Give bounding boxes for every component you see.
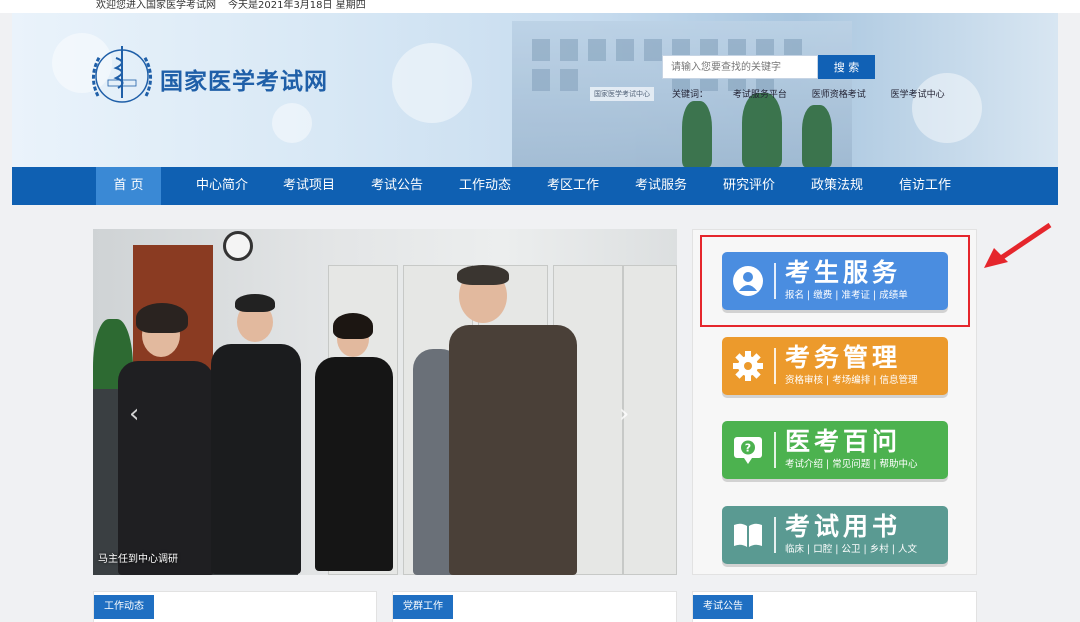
section-work-news: 工作动态 <box>93 591 377 622</box>
banner-bokeh <box>392 43 472 123</box>
hot-keywords: 关键词： 考试服务平台 医师资格考试 医学考试中心 <box>672 87 967 100</box>
service-title: 考试用书 <box>785 512 902 541</box>
banner-tree <box>682 101 712 167</box>
site-logo-icon[interactable] <box>84 36 160 112</box>
nav-item-home[interactable]: 首 页 <box>96 167 161 205</box>
nav-item-about[interactable]: 中心简介 <box>183 167 261 205</box>
nav-item-exams[interactable]: 考试项目 <box>270 167 348 205</box>
search-button[interactable]: 搜 索 <box>818 55 875 79</box>
top-bar: 欢迎您进入国家医学考试网 今天是2021年3月18日 星期四 <box>0 0 1080 13</box>
date-text: 今天是2021年3月18日 星期四 <box>228 0 366 11</box>
hot-keyword-link[interactable]: 医师资格考试 <box>812 90 866 100</box>
highlight-box <box>700 235 970 327</box>
service-divider <box>774 348 776 384</box>
nav-item-notices[interactable]: 考试公告 <box>358 167 436 205</box>
service-subtitle: 考试介绍 | 常见问题 | 帮助中心 <box>785 459 918 470</box>
gear-icon <box>733 351 763 381</box>
nav-item-policy[interactable]: 政策法规 <box>798 167 876 205</box>
service-divider <box>774 517 776 553</box>
site-title[interactable]: 国家医学考试网 <box>160 62 328 96</box>
hot-keyword-link[interactable]: 考试服务平台 <box>733 90 787 100</box>
wall-clock <box>223 231 253 261</box>
book-icon <box>734 523 762 547</box>
search-input[interactable] <box>662 55 818 79</box>
banner-tree <box>802 105 832 167</box>
banner-bokeh <box>912 73 982 143</box>
welcome-text: 欢迎您进入国家医学考试网 <box>96 0 216 11</box>
banner-tree <box>742 93 782 167</box>
nav-item-petition[interactable]: 信访工作 <box>886 167 964 205</box>
section-exam-notices: 考试公告 <box>692 591 977 622</box>
exam-books-button[interactable]: 考试用书 临床 | 口腔 | 公卫 | 乡村 | 人文 <box>722 506 948 564</box>
service-subtitle: 资格审核 | 考场编排 | 信息管理 <box>785 375 918 386</box>
service-title: 考务管理 <box>785 343 902 372</box>
red-arrow-icon <box>984 222 1052 268</box>
service-subtitle: 临床 | 口腔 | 公卫 | 乡村 | 人文 <box>785 544 917 555</box>
nav-item-services[interactable]: 考试服务 <box>622 167 700 205</box>
exam-affairs-button[interactable]: 考务管理 资格审核 | 考场编排 | 信息管理 <box>722 337 948 395</box>
faq-button[interactable]: ? 医考百问 考试介绍 | 常见问题 | 帮助中心 <box>722 421 948 479</box>
hot-keywords-label: 关键词： <box>672 90 709 100</box>
photo-slider[interactable]: ‹ › 马主任到中心调研 <box>93 229 677 575</box>
banner-bokeh <box>272 103 312 143</box>
hot-keyword-link[interactable]: 医学考试中心 <box>891 90 945 100</box>
slider-next-icon[interactable]: › <box>619 399 629 429</box>
section-tab[interactable]: 党群工作 <box>393 595 453 619</box>
section-party-work: 党群工作 <box>392 591 677 622</box>
section-tab[interactable]: 工作动态 <box>94 595 154 619</box>
nav-item-news[interactable]: 工作动态 <box>446 167 524 205</box>
slider-caption[interactable]: 马主任到中心调研 <box>98 550 178 565</box>
svg-text:?: ? <box>745 442 751 455</box>
slider-prev-icon[interactable]: ‹ <box>129 399 139 429</box>
nav-item-research[interactable]: 研究评价 <box>710 167 788 205</box>
main-nav: 首 页 中心简介 考试项目 考试公告 工作动态 考区工作 考试服务 研究评价 政… <box>12 167 1058 205</box>
question-chat-icon: ? <box>734 437 762 464</box>
service-divider <box>774 432 776 468</box>
section-tab[interactable]: 考试公告 <box>693 595 753 619</box>
photo-cabinet <box>623 265 677 575</box>
service-title: 医考百问 <box>785 427 902 456</box>
building-sign: 国家医学考试中心 <box>590 87 654 101</box>
nav-item-regions[interactable]: 考区工作 <box>534 167 612 205</box>
